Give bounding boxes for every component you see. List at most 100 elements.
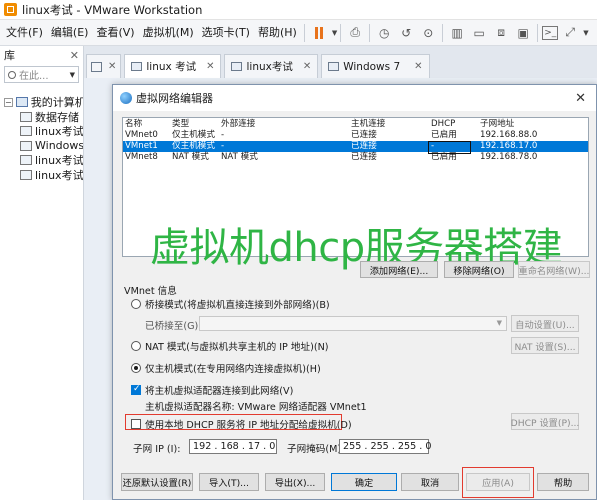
menu-vm[interactable]: 虚拟机(M) xyxy=(139,20,198,46)
use-dhcp-checkbox[interactable]: 使用本地 DHCP 服务将 IP 地址分配给虚拟机(D) xyxy=(131,417,352,431)
stretch-icon[interactable]: ⤢ xyxy=(560,23,580,43)
bridged-to-select[interactable]: ▼ xyxy=(199,316,507,331)
import-button[interactable]: 导入(T)... xyxy=(199,473,259,491)
close-icon[interactable]: ✕ xyxy=(206,61,214,72)
network-row[interactable]: VMnet8 NAT 模式 NAT 模式 已连接 已启用 192.168.78.… xyxy=(123,152,588,163)
library-title: 库 xyxy=(4,49,15,62)
tab-windows-7[interactable]: Windows 7 ✕ xyxy=(321,54,430,78)
vm-icon xyxy=(20,126,32,137)
library-search-input[interactable]: 在此... ▼ xyxy=(4,66,79,83)
remove-network-button[interactable]: 移除网络(O) xyxy=(444,261,514,278)
export-button[interactable]: 导出(X)... xyxy=(265,473,325,491)
tab-linux-exam[interactable]: linux 考试 ✕ xyxy=(124,54,222,78)
column-header-name[interactable]: 名称 xyxy=(123,118,172,130)
stretch-dropdown-icon[interactable]: ▼ xyxy=(583,29,588,37)
tree-item-label: Windows xyxy=(35,139,83,153)
vmware-logo-icon xyxy=(4,3,17,16)
send-ctrl-alt-del-icon[interactable]: ⎙ xyxy=(345,23,365,43)
add-network-button[interactable]: 添加网络(E)... xyxy=(360,261,438,278)
tree-item[interactable]: linux考试 xyxy=(0,153,83,168)
tree-item[interactable]: linux考试 xyxy=(0,168,83,183)
library-panel: 库 ✕ 在此... ▼ − 我的计算机 数据存储 linux考试 Windows… xyxy=(0,46,84,500)
virtual-network-editor-dialog: 虚拟网络编辑器 ✕ 名称 类型 外部连接 主机连接 DHCP 子网地址 VMne… xyxy=(112,84,597,500)
close-icon[interactable]: ✕ xyxy=(70,46,79,66)
ok-button[interactable]: 确定 xyxy=(331,473,397,491)
close-icon[interactable]: ✕ xyxy=(575,91,586,106)
chevron-down-icon[interactable]: ▼ xyxy=(70,71,75,79)
subnet-ip-input[interactable]: 192 . 168 . 17 . 0 xyxy=(189,439,277,454)
toolbar-separator xyxy=(340,23,342,42)
radio-icon xyxy=(131,299,141,309)
auto-settings-button[interactable]: 自动设置(U)... xyxy=(511,315,579,332)
tree-item-label: linux考试 xyxy=(35,125,83,139)
dialog-title: 虚拟网络编辑器 xyxy=(136,92,213,105)
network-row-selected[interactable]: VMnet1 仅主机模式 - 已连接 - 192.168.17.0 xyxy=(123,141,588,154)
column-header-subnet[interactable]: 子网地址 xyxy=(480,118,580,130)
snapshot-manager-icon[interactable]: ⊙ xyxy=(418,23,438,43)
radio-icon xyxy=(131,341,141,351)
cell: 192.168.78.0 xyxy=(480,152,538,162)
close-icon[interactable]: ✕ xyxy=(414,61,422,72)
menu-edit[interactable]: 编辑(E) xyxy=(47,20,93,46)
vm-icon xyxy=(20,111,32,122)
tree-item-my-computer[interactable]: − 我的计算机 xyxy=(0,95,83,110)
column-header-dhcp[interactable]: DHCP xyxy=(431,118,480,130)
network-list-header: 名称 类型 外部连接 主机连接 DHCP 子网地址 xyxy=(123,118,588,130)
tree-item[interactable]: linux考试 xyxy=(0,124,83,139)
cancel-button[interactable]: 取消 xyxy=(401,473,459,491)
tree-item[interactable]: 数据存储 xyxy=(0,110,83,125)
menu-view[interactable]: 查看(V) xyxy=(92,20,138,46)
close-icon[interactable]: ✕ xyxy=(108,61,116,72)
close-icon[interactable]: ✕ xyxy=(303,61,311,72)
column-header-host[interactable]: 主机连接 xyxy=(351,118,431,130)
cell: 已连接 xyxy=(351,141,377,151)
revert-snapshot-icon[interactable]: ↺ xyxy=(396,23,416,43)
thumbnail-bar-icon[interactable]: ▭ xyxy=(469,23,489,43)
vm-icon xyxy=(131,62,143,71)
help-button[interactable]: 帮助 xyxy=(537,473,589,491)
cell: - xyxy=(221,130,225,140)
network-list: 名称 类型 外部连接 主机连接 DHCP 子网地址 VMnet0 仅主机模式 -… xyxy=(122,117,589,271)
bridged-mode-radio[interactable]: 桥接模式(将虚拟机直接连接到外部网络)(B) xyxy=(131,297,330,311)
host-only-radio[interactable]: 仅主机模式(在专用网络内连接虚拟机)(H) xyxy=(131,361,321,375)
nat-mode-radio[interactable]: NAT 模式(与虚拟机共享主机的 IP 地址)(N) xyxy=(131,339,328,353)
menu-tabs[interactable]: 选项卡(T) xyxy=(198,20,254,46)
snapshot-icon[interactable]: ◷ xyxy=(374,23,394,43)
cell: NAT 模式 xyxy=(172,152,209,162)
toolbar-separator xyxy=(537,23,539,42)
nat-settings-button[interactable]: NAT 设置(S)... xyxy=(511,337,579,354)
apply-button[interactable]: 应用(A) xyxy=(466,473,530,491)
library-header: 库 ✕ xyxy=(0,46,83,66)
collapse-icon[interactable]: − xyxy=(4,97,13,107)
radio-selected-icon xyxy=(131,363,141,373)
toolbar-separator xyxy=(369,23,371,42)
full-screen-icon[interactable]: ▣ xyxy=(513,23,533,43)
tree-item[interactable]: Windows xyxy=(0,139,83,154)
column-header-type[interactable]: 类型 xyxy=(172,118,221,130)
dhcp-settings-button[interactable]: DHCP 设置(P)... xyxy=(511,413,579,430)
network-row[interactable]: VMnet0 仅主机模式 - 已连接 已启用 192.168.88.0 xyxy=(123,130,588,141)
subnet-mask-input[interactable]: 255 . 255 . 255 . 0 xyxy=(339,439,432,454)
tree-item-label: linux考试 xyxy=(35,154,83,168)
cell: - xyxy=(221,141,225,151)
fit-guest-icon[interactable]: ⧈ xyxy=(491,23,511,43)
console-view-icon[interactable]: >_ xyxy=(542,25,559,40)
menu-file[interactable]: 文件(F) xyxy=(0,20,47,46)
column-header-external[interactable]: 外部连接 xyxy=(221,118,351,130)
pause-dropdown-icon[interactable]: ▼ xyxy=(332,29,337,37)
cell: VMnet0 xyxy=(125,130,158,140)
vm-icon xyxy=(231,62,243,71)
rename-network-button[interactable]: 重命名网络(W)... xyxy=(518,261,590,278)
vm-icon xyxy=(20,155,32,166)
tab-linux-exam-2[interactable]: linux考试 ✕ xyxy=(224,54,319,78)
pause-button[interactable] xyxy=(309,23,329,43)
cell: VMnet1 xyxy=(125,141,158,151)
vm-icon xyxy=(20,169,32,180)
pause-icon xyxy=(314,26,323,39)
show-library-icon[interactable]: ▥ xyxy=(447,23,467,43)
tab-home[interactable]: ✕ xyxy=(86,54,122,78)
connect-adapter-checkbox[interactable]: 将主机虚拟适配器连接到此网络(V) xyxy=(131,383,293,397)
menu-help[interactable]: 帮助(H) xyxy=(254,20,301,46)
home-icon xyxy=(91,61,102,72)
restore-defaults-button[interactable]: 还原默认设置(R) xyxy=(121,473,193,491)
